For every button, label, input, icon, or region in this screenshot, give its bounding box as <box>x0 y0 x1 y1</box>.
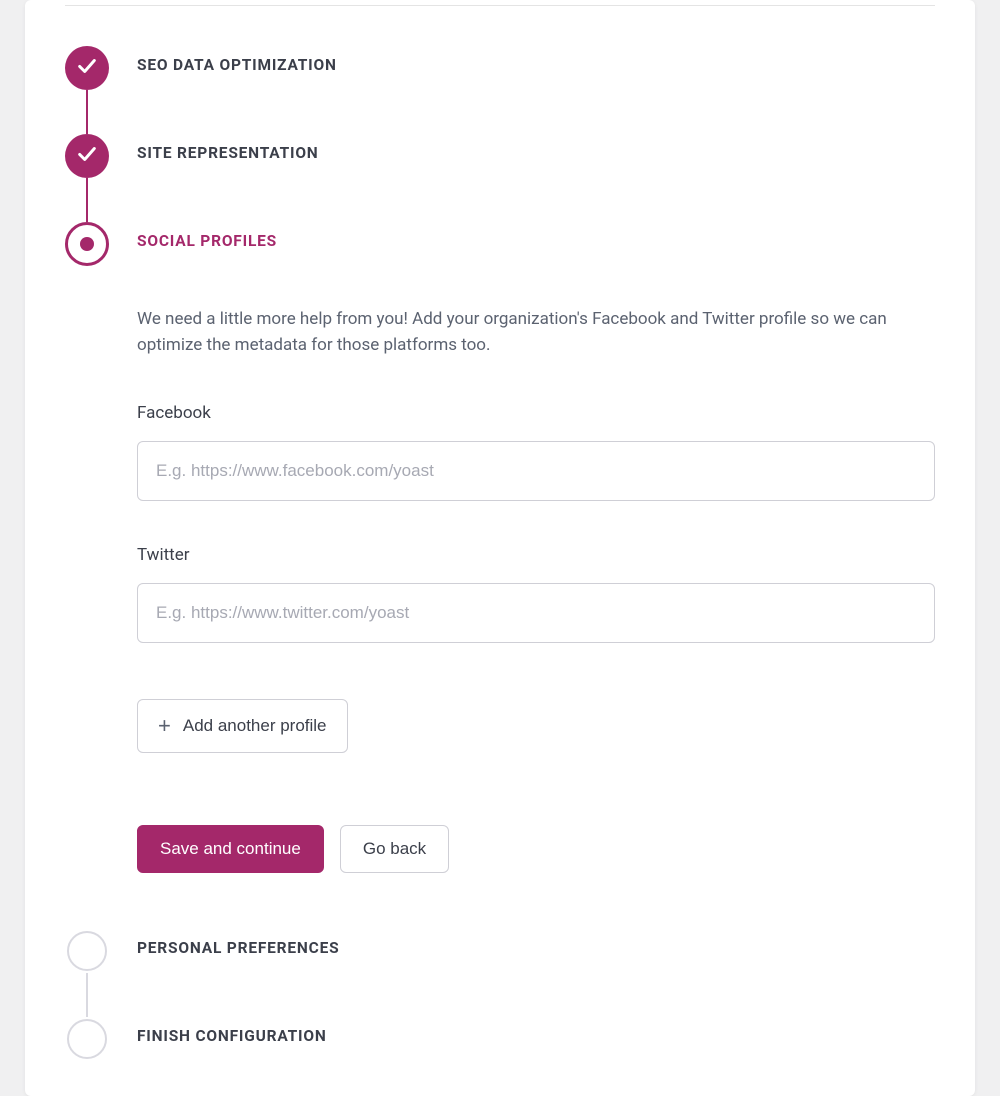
step-site-badge[interactable] <box>65 134 109 178</box>
step-seo-badge[interactable] <box>65 46 109 90</box>
step-social-badge[interactable] <box>65 222 109 266</box>
check-icon <box>76 55 98 81</box>
add-profile-button[interactable]: + Add another profile <box>137 699 348 753</box>
step-personal-title: PERSONAL PREFERENCES <box>137 939 935 957</box>
add-profile-label: Add another profile <box>183 716 327 736</box>
active-dot-icon <box>80 237 94 251</box>
step-finish-badge[interactable] <box>67 1019 107 1059</box>
step-personal: PERSONAL PREFERENCES <box>65 929 935 1017</box>
check-icon <box>76 143 98 169</box>
wizard-card: SEO DATA OPTIMIZATION SITE REPRESENTATIO… <box>25 0 975 1096</box>
divider <box>65 5 935 6</box>
facebook-input[interactable] <box>137 441 935 501</box>
step-social-title: SOCIAL PROFILES <box>137 232 935 250</box>
step-site: SITE REPRESENTATION <box>65 134 935 222</box>
step-seo: SEO DATA OPTIMIZATION <box>65 46 935 134</box>
go-back-button[interactable]: Go back <box>340 825 449 873</box>
step-personal-badge[interactable] <box>67 931 107 971</box>
twitter-field-group: Twitter <box>137 545 935 643</box>
facebook-label: Facebook <box>137 403 935 423</box>
connector <box>86 90 88 134</box>
step-social: SOCIAL PROFILES We need a little more he… <box>65 222 935 929</box>
facebook-field-group: Facebook <box>137 403 935 501</box>
social-intro-text: We need a little more help from you! Add… <box>137 306 935 359</box>
connector <box>86 178 88 222</box>
step-finish: FINISH CONFIGURATION <box>65 1017 935 1061</box>
step-site-title: SITE REPRESENTATION <box>137 144 935 162</box>
stepper: SEO DATA OPTIMIZATION SITE REPRESENTATIO… <box>65 46 935 1061</box>
step-finish-title: FINISH CONFIGURATION <box>137 1027 935 1045</box>
save-continue-button[interactable]: Save and continue <box>137 825 324 873</box>
twitter-label: Twitter <box>137 545 935 565</box>
step-seo-title: SEO DATA OPTIMIZATION <box>137 56 935 74</box>
plus-icon: + <box>158 715 171 737</box>
action-row: Save and continue Go back <box>137 825 935 873</box>
connector <box>86 973 88 1017</box>
twitter-input[interactable] <box>137 583 935 643</box>
